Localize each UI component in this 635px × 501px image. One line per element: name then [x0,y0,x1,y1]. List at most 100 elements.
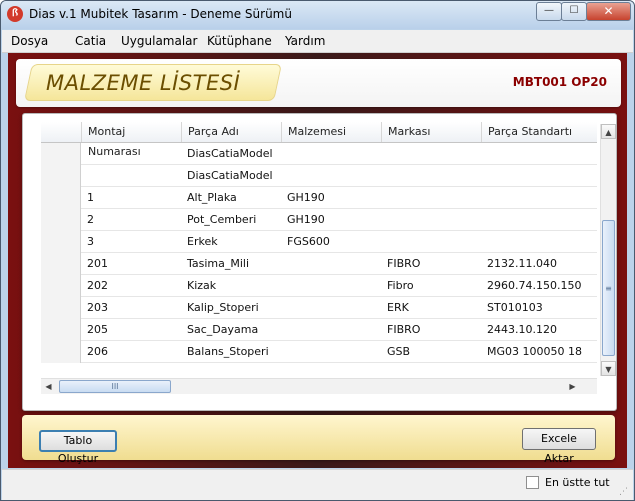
create-table-button[interactable]: Tablo Oluştur [39,430,117,465]
row-header[interactable] [41,253,81,275]
cell-malzemesi[interactable]: FGS600 [281,231,381,253]
row-header[interactable] [41,165,81,187]
cell-malzemesi[interactable] [281,253,381,275]
cell-malzemesi[interactable] [281,143,381,165]
cell-montaj-numarasi[interactable]: 206 [81,341,181,363]
cell-parca-standarti[interactable]: 2443.10.120 [481,319,597,341]
row-header[interactable] [41,341,81,363]
cell-parca-standarti[interactable]: 2132.11.040 [481,253,597,275]
cell-markasi[interactable]: ERK [381,297,481,319]
cell-markasi[interactable] [381,187,481,209]
scroll-right-arrow-icon[interactable]: ▶ [565,379,580,394]
cell-malzemesi[interactable] [281,341,381,363]
row-header[interactable] [41,275,81,297]
cell-parca-adi[interactable]: Kizak [181,275,281,297]
cell-markasi[interactable] [381,231,481,253]
cell-montaj-numarasi[interactable]: 205 [81,319,181,341]
cell-parca-adi[interactable]: DiasCatiaModel [181,143,281,165]
resize-grip-icon[interactable]: ⋰ [619,486,631,498]
cell-malzemesi[interactable] [281,275,381,297]
maximize-button[interactable]: ☐ [561,2,587,21]
cell-malzemesi[interactable] [281,319,381,341]
menu-kutuphane[interactable]: Kütüphane [207,34,272,48]
row-header[interactable] [41,319,81,341]
vertical-scroll-thumb[interactable]: ≡ [602,220,615,356]
scroll-up-arrow-icon[interactable]: ▲ [601,124,616,139]
cell-parca-standarti[interactable]: MG03 100050 18 [481,341,597,363]
column-header-parca-standarti[interactable]: Parça Standartı [481,122,597,142]
cell-parca-adi[interactable]: Tasima_Mili [181,253,281,275]
column-header-malzemesi[interactable]: Malzemesi [281,122,381,142]
scroll-left-arrow-icon[interactable]: ◀ [41,379,56,394]
cell-markasi[interactable] [381,209,481,231]
app-window: ꟗ Dias v.1 Mubitek Tasarım - Deneme Sürü… [0,0,635,501]
table-row[interactable]: DiasCatiaModel [41,143,597,165]
cell-parca-standarti[interactable]: ST010103 [481,297,597,319]
table-row[interactable]: 206 Balans_Stoperi GSB MG03 100050 18 [41,341,597,363]
cell-markasi[interactable]: FIBRO [381,319,481,341]
column-header-montaj-numarasi[interactable]: Montaj Numarası [81,122,181,158]
cell-parca-standarti[interactable] [481,209,597,231]
menu-uygulamalar[interactable]: Uygulamalar [121,34,197,48]
row-header[interactable] [41,143,81,165]
table-row[interactable]: 205 Sac_Dayama FIBRO 2443.10.120 [41,319,597,341]
column-header-markasi[interactable]: Markası [381,122,481,142]
table-row[interactable]: 3 Erkek FGS600 [41,231,597,253]
cell-malzemesi[interactable]: GH190 [281,187,381,209]
cell-markasi[interactable] [381,143,481,165]
menu-catia[interactable]: Catia [75,34,106,48]
scroll-down-arrow-icon[interactable]: ▼ [601,361,616,376]
cell-parca-standarti[interactable]: 2960.74.150.150 [481,275,597,297]
always-on-top-checkbox[interactable] [526,476,539,489]
cell-parca-standarti[interactable] [481,231,597,253]
row-header[interactable] [41,231,81,253]
cell-montaj-numarasi[interactable] [81,165,181,187]
row-header[interactable] [41,209,81,231]
cell-parca-standarti[interactable] [481,187,597,209]
cell-parca-standarti[interactable] [481,165,597,187]
table-row[interactable]: DiasCatiaModel [41,165,597,187]
cell-montaj-numarasi[interactable]: 2 [81,209,181,231]
cell-markasi[interactable]: GSB [381,341,481,363]
cell-montaj-numarasi[interactable]: 1 [81,187,181,209]
cell-montaj-numarasi[interactable]: 3 [81,231,181,253]
cell-parca-standarti[interactable] [481,143,597,165]
close-button[interactable]: ✕ [586,2,631,21]
horizontal-scroll-thumb[interactable]: III [59,380,171,393]
cell-markasi[interactable] [381,165,481,187]
title-bar[interactable]: ꟗ Dias v.1 Mubitek Tasarım - Deneme Sürü… [1,1,634,29]
vertical-scrollbar[interactable]: ▲ ≡ ▼ [600,124,616,376]
column-header-parca-adi[interactable]: Parça Adı [181,122,281,142]
cell-montaj-numarasi[interactable] [81,143,181,165]
cell-markasi[interactable]: FIBRO [381,253,481,275]
minimize-button[interactable]: — [536,2,562,21]
always-on-top-label[interactable]: En üstte tut [545,476,610,489]
export-excel-button[interactable]: Excele Aktar [522,428,596,465]
cell-parca-adi[interactable]: Pot_Cemberi [181,209,281,231]
row-header[interactable] [41,187,81,209]
cell-parca-adi[interactable]: Balans_Stoperi [181,341,281,363]
table-row[interactable]: 1 Alt_Plaka GH190 [41,187,597,209]
cell-montaj-numarasi[interactable]: 203 [81,297,181,319]
cell-parca-adi[interactable]: Sac_Dayama [181,319,281,341]
table-row[interactable]: 202 Kizak Fibro 2960.74.150.150 [41,275,597,297]
menu-dosya[interactable]: Dosya [11,34,48,48]
cell-parca-adi[interactable]: DiasCatiaModel [181,165,281,187]
table-row[interactable]: 2 Pot_Cemberi GH190 [41,209,597,231]
cell-malzemesi[interactable] [281,297,381,319]
cell-malzemesi[interactable] [281,165,381,187]
cell-montaj-numarasi[interactable]: 201 [81,253,181,275]
cell-malzemesi[interactable]: GH190 [281,209,381,231]
menu-yardim[interactable]: Yardım [285,34,325,48]
row-header[interactable] [41,297,81,319]
cell-parca-adi[interactable]: Kalip_Stoperi [181,297,281,319]
table-row[interactable]: 201 Tasima_Mili FIBRO 2132.11.040 [41,253,597,275]
cell-parca-adi[interactable]: Erkek [181,231,281,253]
cell-montaj-numarasi[interactable]: 202 [81,275,181,297]
status-bar: En üstte tut ⋰ [2,469,633,500]
horizontal-scrollbar[interactable]: ◀ III ▶ [41,378,597,394]
cell-parca-adi[interactable]: Alt_Plaka [181,187,281,209]
cell-markasi[interactable]: Fibro [381,275,481,297]
table-row[interactable]: 203 Kalip_Stoperi ERK ST010103 [41,297,597,319]
material-table[interactable]: Montaj Numarası Parça Adı Malzemesi Mark… [41,122,597,378]
